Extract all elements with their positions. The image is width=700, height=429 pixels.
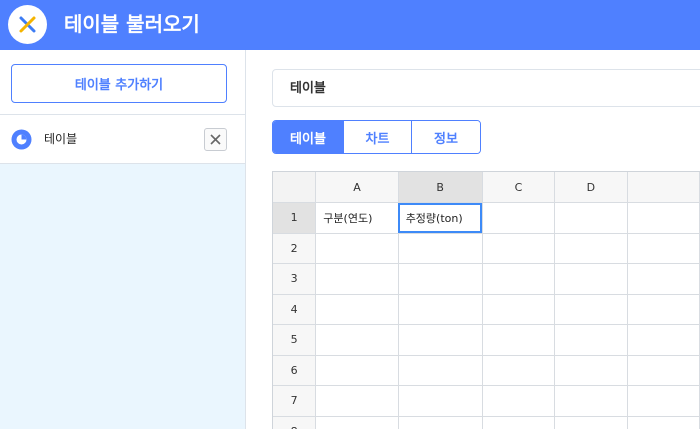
grid-cell[interactable] (315, 416, 399, 429)
grid-cell[interactable] (315, 385, 399, 417)
grid-cell[interactable] (554, 416, 628, 429)
grid-cell[interactable] (554, 385, 628, 417)
grid-cell[interactable] (482, 416, 556, 429)
row-header[interactable]: 7 (273, 385, 317, 417)
grid-cell[interactable] (315, 263, 399, 295)
row-header[interactable]: 8 (273, 416, 317, 429)
row-header[interactable]: 5 (273, 324, 317, 356)
sidebar: 테이블 추가하기 테이블 (0, 50, 246, 429)
grid-cell[interactable] (554, 324, 628, 356)
grid-corner[interactable] (273, 172, 317, 203)
row-header[interactable]: 3 (273, 263, 317, 295)
grid-cell[interactable] (398, 385, 483, 417)
grid-cell[interactable] (398, 263, 483, 295)
grid-cell[interactable] (398, 324, 483, 356)
grid-cell[interactable] (627, 202, 700, 234)
grid-cell[interactable] (627, 385, 700, 417)
grid-cell[interactable] (482, 385, 556, 417)
grid-cell[interactable] (554, 294, 628, 325)
table-name-field[interactable]: 테이블 (272, 69, 700, 107)
row-header[interactable]: 6 (273, 355, 317, 386)
cell-b1[interactable]: 추정량(ton) (398, 202, 483, 234)
app-title: 테이블 불러오기 (64, 12, 200, 36)
grid-cell[interactable] (627, 324, 700, 356)
grid-cell[interactable] (554, 233, 628, 264)
close-icon (210, 134, 221, 145)
add-table-button[interactable]: 테이블 추가하기 (11, 64, 227, 103)
row-header[interactable]: 1 (273, 202, 317, 234)
tab-info[interactable]: 정보 (411, 121, 480, 153)
row-header[interactable]: 4 (273, 294, 317, 325)
grid-cell[interactable] (554, 355, 628, 386)
pie-chart-icon (11, 129, 32, 150)
column-header-b[interactable]: B (398, 172, 483, 203)
app-header: 테이블 불러오기 (0, 0, 700, 50)
grid-cell[interactable] (398, 355, 483, 386)
grid-cell[interactable] (554, 263, 628, 295)
grid-cell[interactable] (482, 202, 556, 234)
grid-cell[interactable] (315, 324, 399, 356)
grid-cell[interactable] (627, 355, 700, 386)
grid-cell[interactable] (315, 355, 399, 386)
sidebar-item-table[interactable]: 테이블 (0, 115, 245, 164)
grid-cell[interactable] (482, 294, 556, 325)
cell-a1[interactable]: 구분(연도) (315, 202, 399, 234)
view-tabs: 테이블 차트 정보 (272, 120, 481, 154)
grid-cell[interactable] (627, 263, 700, 295)
column-header-d[interactable]: D (554, 172, 628, 203)
grid-cell[interactable] (627, 233, 700, 264)
remove-table-button[interactable] (204, 128, 227, 151)
grid-cell[interactable] (482, 324, 556, 356)
grid-cell[interactable] (482, 233, 556, 264)
grid-cell[interactable] (627, 294, 700, 325)
tab-chart[interactable]: 차트 (343, 121, 411, 153)
column-header-e[interactable] (627, 172, 700, 203)
row-header[interactable]: 2 (273, 233, 317, 264)
column-header-c[interactable]: C (482, 172, 556, 203)
sidebar-top: 테이블 추가하기 (0, 50, 245, 115)
column-header-a[interactable]: A (315, 172, 399, 203)
sidebar-item-label: 테이블 (44, 132, 78, 146)
grid-cell[interactable] (315, 294, 399, 325)
close-x-icon (19, 16, 36, 33)
grid-cell[interactable] (398, 416, 483, 429)
grid-cell[interactable] (315, 233, 399, 264)
spreadsheet-grid: A B C D 1 구분(연도) 추정량(ton) 2 3 4 5 6 7 (272, 171, 700, 429)
grid-cell[interactable] (482, 355, 556, 386)
grid-cell[interactable] (482, 263, 556, 295)
grid-cell[interactable] (398, 233, 483, 264)
tab-table[interactable]: 테이블 (273, 121, 343, 153)
grid-cell[interactable] (398, 294, 483, 325)
grid-cell[interactable] (627, 416, 700, 429)
grid-cell[interactable] (554, 202, 628, 234)
table-name-text: 테이블 (290, 81, 326, 96)
close-button[interactable] (8, 5, 47, 44)
